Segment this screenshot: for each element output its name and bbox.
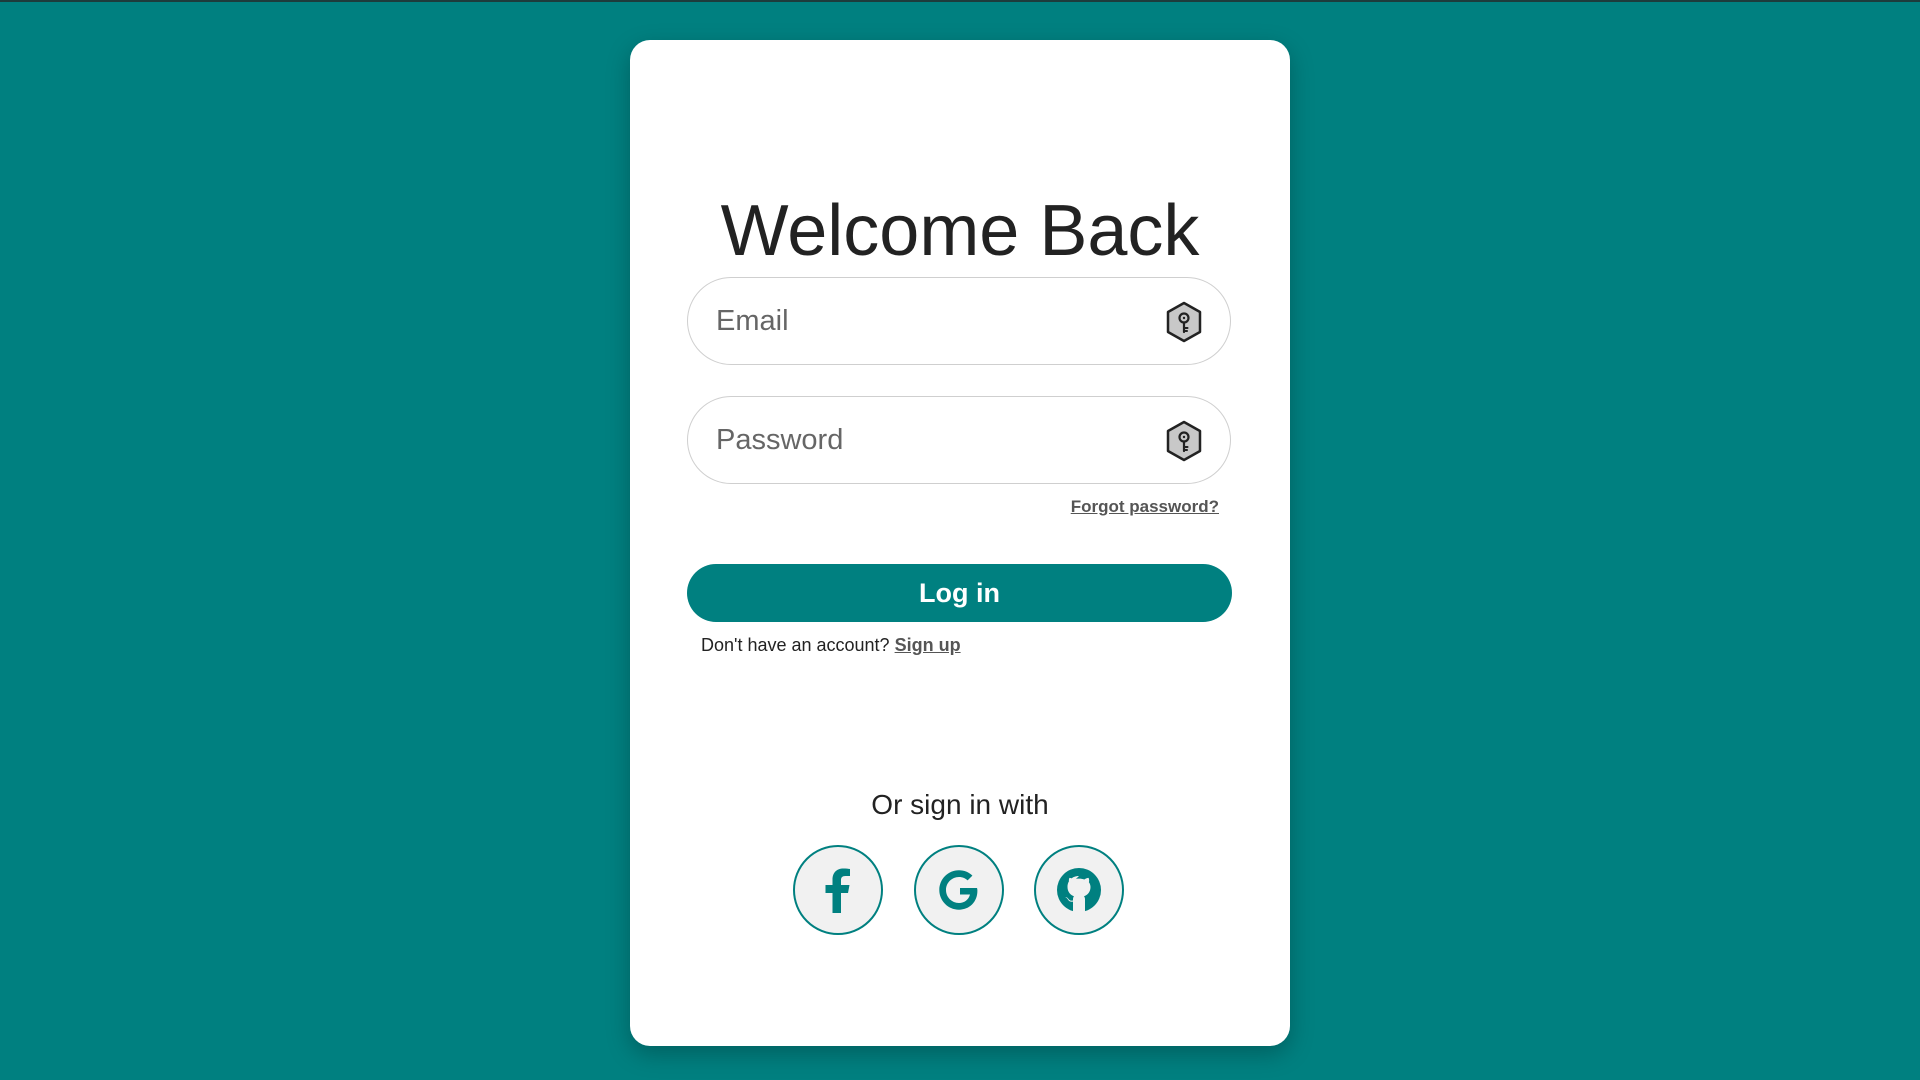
email-field[interactable] bbox=[716, 278, 1136, 364]
key-hexagon-icon bbox=[1166, 420, 1202, 462]
no-account-text: Don't have an account? bbox=[701, 635, 890, 655]
email-field-container bbox=[687, 277, 1231, 365]
signup-prompt: Don't have an account? Sign up bbox=[701, 635, 961, 656]
forgot-password-link[interactable]: Forgot password? bbox=[1071, 497, 1219, 517]
password-field-container bbox=[687, 396, 1231, 484]
facebook-icon bbox=[825, 868, 850, 913]
page-title: Welcome Back bbox=[720, 191, 1200, 271]
login-button[interactable]: Log in bbox=[687, 564, 1232, 622]
github-signin-button[interactable] bbox=[1034, 845, 1124, 935]
google-signin-button[interactable] bbox=[914, 845, 1004, 935]
github-icon bbox=[1057, 868, 1101, 912]
login-card: Welcome Back Forgot password? Log in Don… bbox=[630, 40, 1290, 1046]
key-hexagon-icon bbox=[1166, 301, 1202, 343]
google-icon bbox=[939, 870, 978, 910]
social-signin-heading: Or sign in with bbox=[871, 789, 1049, 820]
signup-link[interactable]: Sign up bbox=[895, 635, 961, 655]
facebook-signin-button[interactable] bbox=[793, 845, 883, 935]
top-edge-line bbox=[0, 0, 1920, 2]
password-field[interactable] bbox=[716, 397, 1136, 483]
